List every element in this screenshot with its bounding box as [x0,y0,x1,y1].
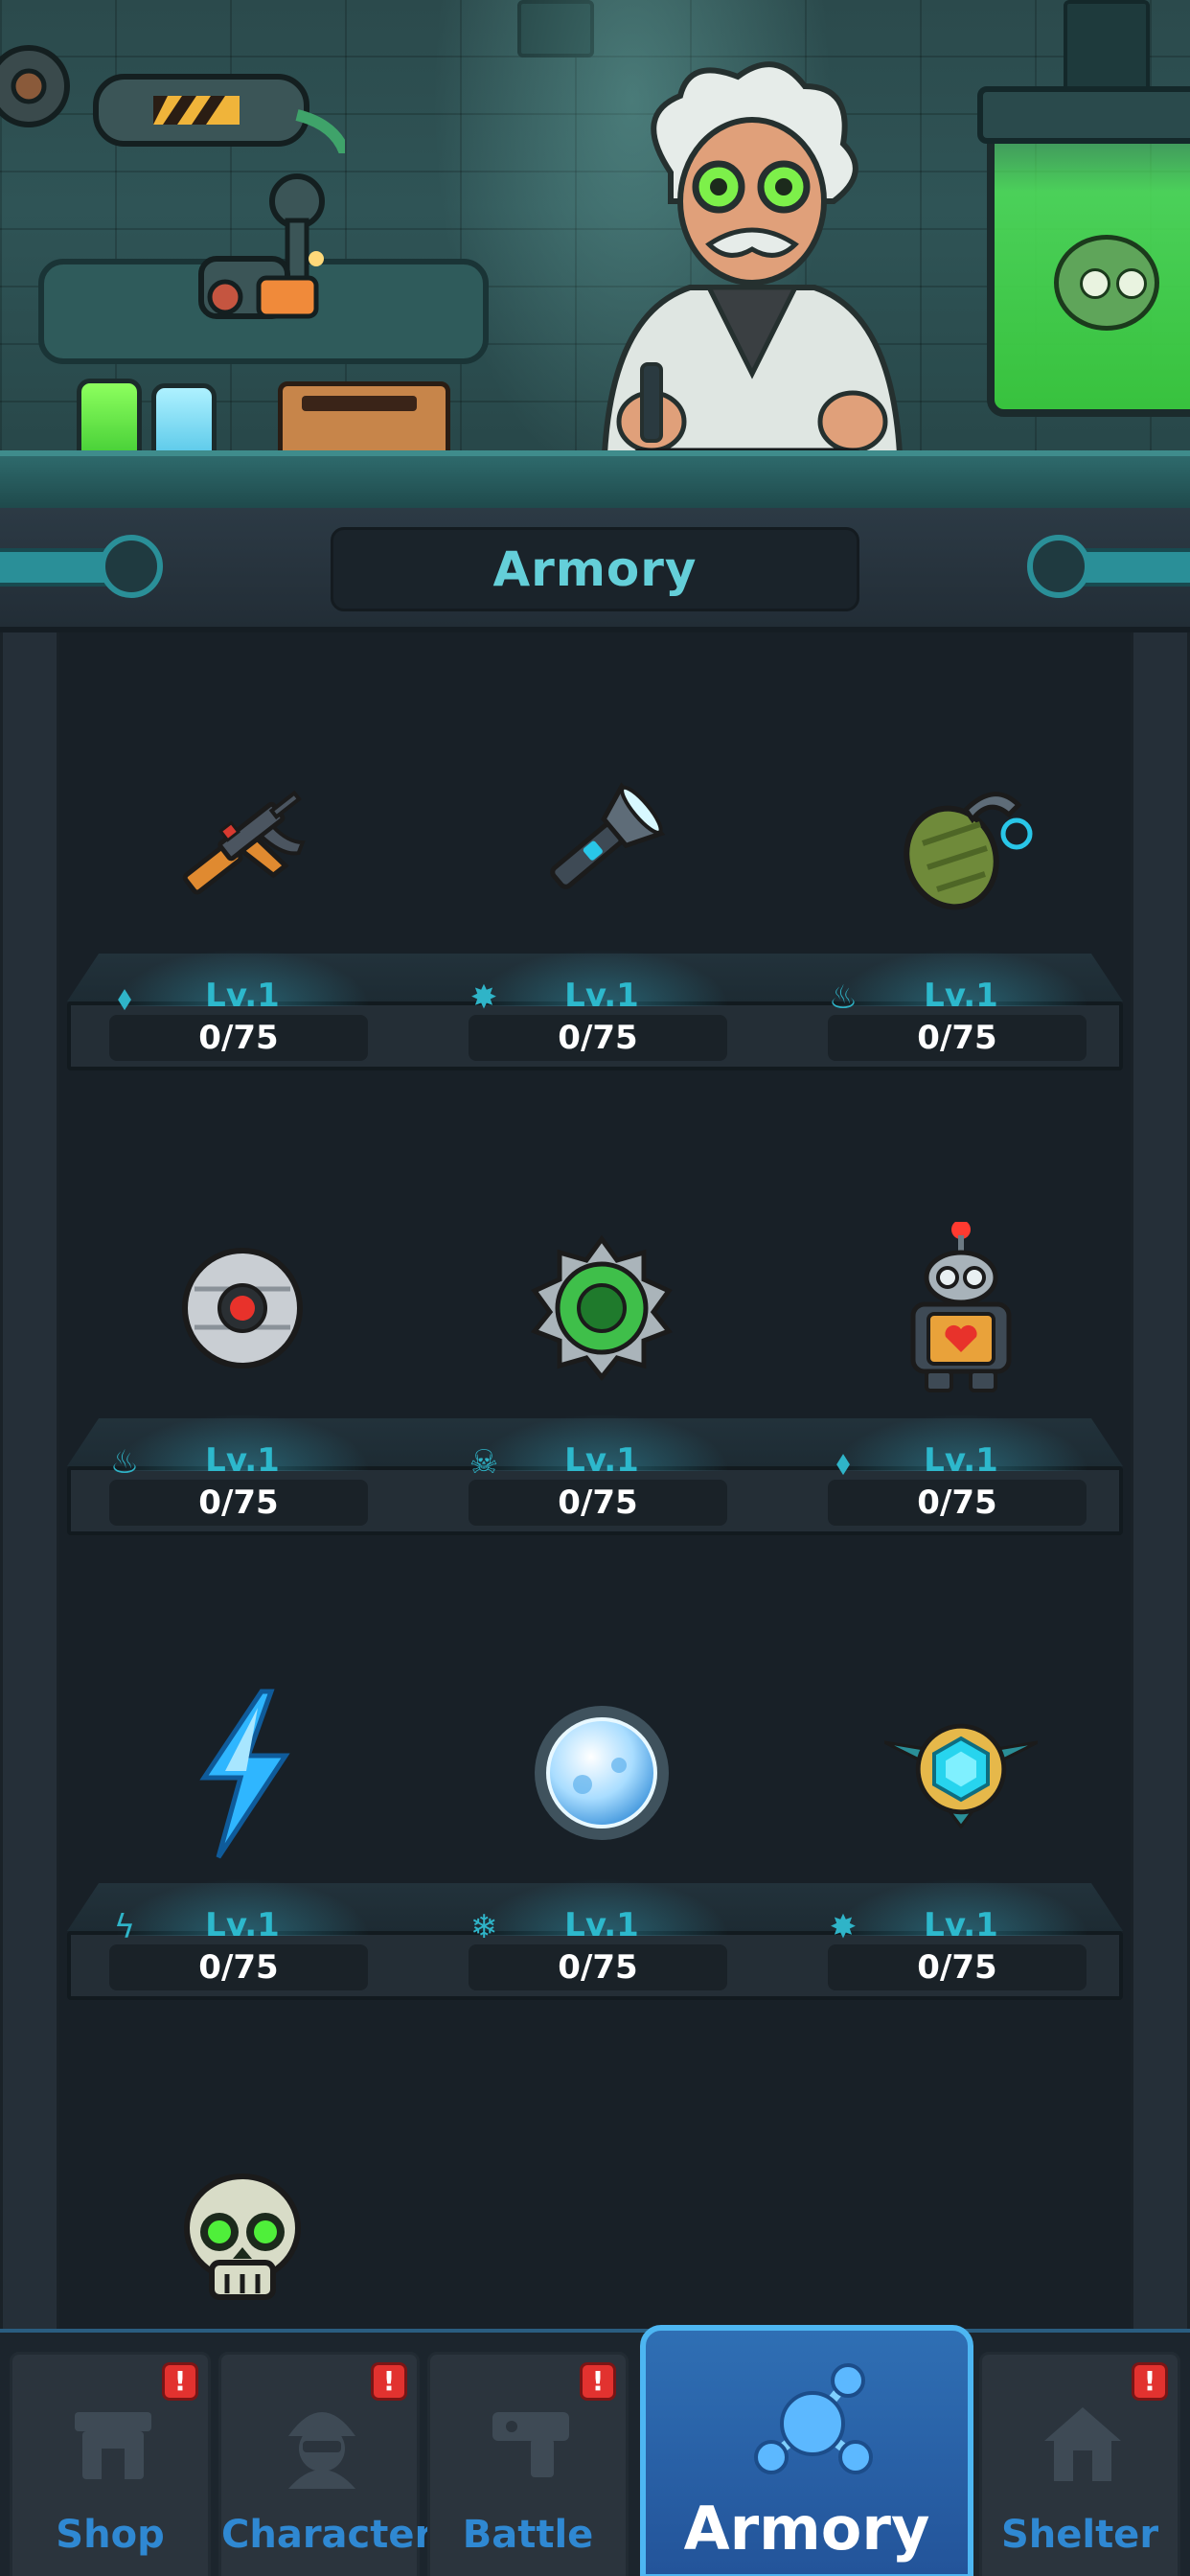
bullet-icon: ⬧ [117,978,132,1017]
pillar-left [0,632,59,2338]
level-label: Lv.1 [564,1906,639,1944]
lab-pipe [1064,0,1150,96]
title-bar: Armory [0,508,1190,632]
tank-cap [977,86,1190,144]
nav-label: Shop [56,2513,165,2557]
house-icon [1035,2393,1131,2489]
shelf-row: 0/75 0/75 0/75 ϟ Lv.1 ❄ Lv.1 ✸ Lv.1 [67,1562,1123,2027]
skull-icon: ☠ [469,1443,499,1482]
alert-badge: ! [1132,2362,1168,2401]
frost-orb-icon [525,1696,678,1850]
laser-tool-illustration [198,173,325,319]
armory-slot-lightning-bolt[interactable]: ϟ Lv.1 [67,1562,419,2027]
alert-badge: ! [580,2362,616,2401]
level-label: Lv.1 [564,1441,639,1480]
armory-slot-frost-orb[interactable]: ❄ Lv.1 [426,1562,778,2027]
level-label: Lv.1 [564,977,639,1015]
armory-slot-robot-companion[interactable]: ⬧ Lv.1 [786,1097,1137,1562]
nav-tab-character[interactable]: Character ! [218,2352,434,2576]
robot-arm-illustration [0,45,345,153]
lightning-bolt-icon [166,1689,319,1859]
decor-pipe-ring-left [100,535,163,598]
nav-tab-armory[interactable]: Armory [640,2325,973,2576]
nav-label: Armory [683,2494,930,2564]
lightning-icon: ϟ [113,1908,136,1946]
fire-icon: ♨ [109,1443,140,1482]
shop-icon [65,2393,161,2489]
armory-slot-drone-orb[interactable]: ♨ Lv.1 [67,1097,419,1562]
assault-rifle-icon [166,767,319,920]
snowflake-icon: ❄ [469,1908,498,1946]
burst-icon: ✸ [469,978,498,1017]
drone-orb-icon [166,1231,319,1385]
network-icon [754,2363,873,2474]
lab-counter [0,450,1190,508]
burst-icon: ✸ [829,1908,858,1946]
flashlight-icon [525,767,678,920]
level-label: Lv.1 [205,1441,280,1480]
slot-stat-row: ✸ Lv.1 [786,1902,1137,1952]
slot-stat-row: ⬧ Lv.1 [786,1438,1137,1487]
skull-item-icon [166,2161,319,2314]
grenade-icon [884,767,1038,920]
level-label: Lv.1 [205,977,280,1015]
bottom-nav: Shop ! Character ! Battle ! Armory Shelt… [0,2325,1190,2576]
armory-slot-flashlight[interactable]: ✸ Lv.1 [426,632,778,1097]
level-label: Lv.1 [924,1441,998,1480]
gun-icon [483,2393,579,2489]
decor-pipe-ring-right [1027,535,1090,598]
saw-blade-icon [525,1231,678,1385]
slot-stat-row: ♨ Lv.1 [67,1438,419,1487]
bullet-icon: ⬧ [835,1443,851,1482]
armory-slot-gem-shield[interactable]: ✸ Lv.1 [786,1562,1137,2027]
level-label: Lv.1 [924,1906,998,1944]
nav-label: Shelter [1000,2513,1159,2557]
lab-scene [0,0,1190,518]
alert-badge: ! [371,2362,407,2401]
slot-stat-row: ❄ Lv.1 [426,1902,778,1952]
title-plaque: Armory [331,527,859,611]
pillar-right [1131,632,1190,2338]
level-label: Lv.1 [924,977,998,1015]
robot-companion-icon [884,1222,1038,1392]
soldier-icon [274,2393,370,2489]
armory-slot-grenade[interactable]: ♨ Lv.1 [786,632,1137,1097]
armory-slot-assault-rifle[interactable]: ⬧ Lv.1 [67,632,419,1097]
shelf-row: 0/75 0/75 0/75 ⬧ Lv.1 ✸ Lv.1 ♨ Lv.1 [67,632,1123,1097]
slot-stat-row: ♨ Lv.1 [786,973,1137,1023]
slot-stat-row: ϟ Lv.1 [67,1902,419,1952]
scientist-illustration [600,61,904,489]
nav-tab-battle[interactable]: Battle ! [427,2352,629,2576]
zombie-head-illustration [1054,235,1159,331]
nav-tab-shelter[interactable]: Shelter ! [979,2352,1180,2576]
nav-label: Character [221,2513,434,2557]
fire-icon: ♨ [828,978,858,1017]
nav-label: Battle [462,2513,594,2557]
nav-tab-shop[interactable]: Shop ! [10,2352,211,2576]
armory-grid[interactable]: 0/75 0/75 0/75 ⬧ Lv.1 ✸ Lv.1 ♨ Lv.1 0/75… [0,632,1190,2338]
slot-stat-row: ☠ Lv.1 [426,1438,778,1487]
level-label: Lv.1 [205,1906,280,1944]
alert-badge: ! [162,2362,198,2401]
gem-shield-icon [884,1696,1038,1850]
slot-stat-row: ⬧ Lv.1 [67,973,419,1023]
armory-slot-saw-blade[interactable]: ☠ Lv.1 [426,1097,778,1562]
slot-stat-row: ✸ Lv.1 [426,973,778,1023]
page-title: Armory [492,541,698,597]
shelf-row: 0/75 0/75 0/75 ♨ Lv.1 ☠ Lv.1 ⬧ Lv.1 [67,1097,1123,1562]
